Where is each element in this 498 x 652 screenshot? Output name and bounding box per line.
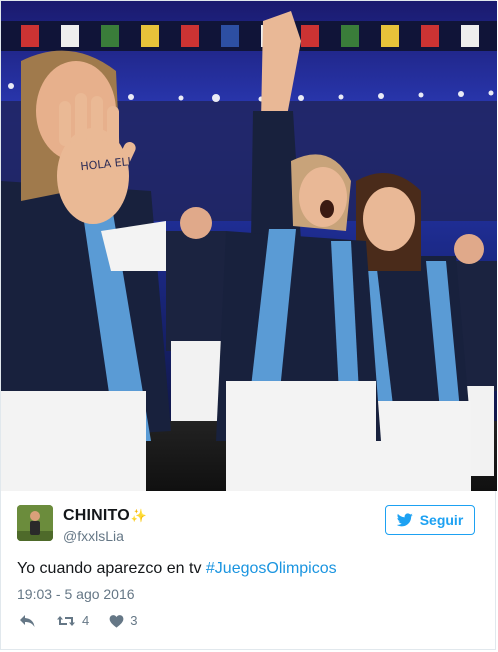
tweet-photo[interactable]: HOLA ELI [1,1,497,491]
retweet-count: 4 [82,613,90,628]
flags-row [1,21,497,51]
tweet-author-row: CHINITO✨ @fxxlsLia Seguir [17,505,479,545]
retweet-button[interactable]: 4 [56,613,89,628]
like-button[interactable]: 3 [109,613,137,628]
tweet-text: Yo cuando aparezco en tv #JuegosOlimpico… [17,560,337,578]
olympic-ceremony-photo: HOLA ELI [1,1,497,491]
avatar-image [17,505,53,541]
display-name[interactable]: CHINITO [63,507,130,524]
reply-button[interactable] [19,614,36,628]
avatar[interactable] [17,505,53,541]
author-names[interactable]: CHINITO✨ @fxxlsLia [63,507,147,544]
hashtag-link[interactable]: #JuegosOlimpicos [206,560,337,577]
twitter-bird-icon [396,513,413,527]
tweet-text-body: Yo cuando aparezco en tv [17,560,206,577]
tweet-actions: 4 3 [19,613,157,628]
follow-button-label: Seguir [419,512,464,528]
retweet-icon [57,615,75,626]
heart-icon [109,614,124,628]
tweet-timestamp[interactable]: 19:03 - 5 ago 2016 [17,586,135,602]
sparkles-emoji: ✨ [130,508,148,523]
like-count: 3 [130,613,138,628]
follow-button[interactable]: Seguir [385,505,475,535]
tweet-card: HOLA ELI CHINITO✨ @fxxlsLia Seguir Yo cu… [0,0,497,650]
username[interactable]: @fxxlsLia [63,528,147,544]
reply-icon [20,614,35,627]
